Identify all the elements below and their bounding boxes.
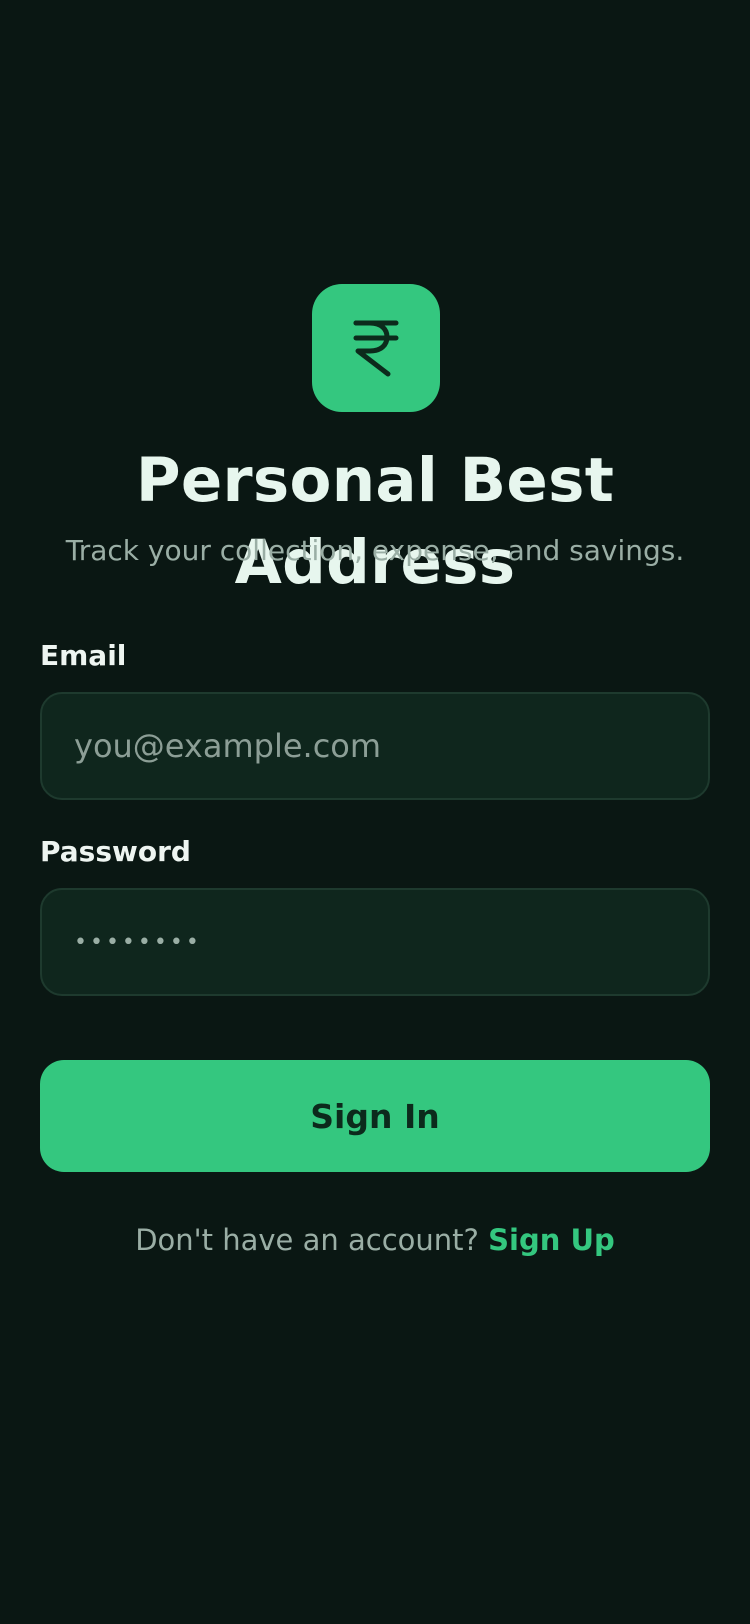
password-label: Password <box>40 835 191 868</box>
signup-prompt-row: Don't have an account? Sign Up <box>0 1222 750 1258</box>
signup-prompt-text: Don't have an account? <box>135 1223 479 1257</box>
password-input[interactable] <box>42 890 708 994</box>
rupee-icon <box>353 320 399 377</box>
email-label: Email <box>40 639 127 672</box>
app-logo <box>312 284 440 412</box>
app-title: Personal Best Address <box>135 445 615 598</box>
app-subtitle: Track your collection, expense, and savi… <box>65 534 685 567</box>
email-field-container <box>40 692 710 800</box>
sign-up-link[interactable]: Sign Up <box>488 1223 615 1257</box>
email-input[interactable] <box>42 694 708 798</box>
sign-in-button[interactable]: Sign In <box>40 1060 710 1172</box>
login-screen: Personal Best Address Track your collect… <box>0 0 750 1624</box>
password-field-container <box>40 888 710 996</box>
